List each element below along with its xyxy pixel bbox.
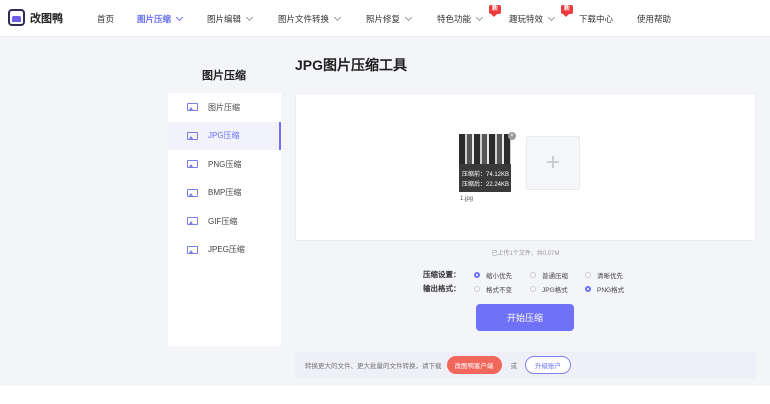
download-promo-bar: 转换更大的文件、更大批量的文件转换，请下载 改图鸭客户端 或 升级账户 — [295, 352, 756, 378]
option-label: 缩小优先 — [486, 273, 512, 280]
sidebar-item-label: 图片压缩 — [208, 102, 240, 112]
format-option-unchanged[interactable]: 格式不变 — [474, 284, 512, 294]
chevron-down-icon — [475, 13, 484, 22]
chevron-down-icon — [175, 13, 184, 22]
image-icon — [187, 217, 198, 226]
nav-label: 特色功能 — [437, 14, 472, 24]
chevron-down-icon — [245, 13, 254, 22]
upload-status: 已上传1个文件，共0.07M — [491, 251, 560, 257]
image-icon — [187, 245, 198, 254]
option-label: 清晰优先 — [597, 273, 623, 280]
nav-item-features[interactable]: 特色功能 — [437, 13, 484, 25]
chevron-down-icon — [547, 13, 556, 22]
client-download-button[interactable]: 改图鸭客户端 — [446, 356, 502, 374]
radio-unselected[interactable] — [530, 272, 536, 278]
option-label: JPG格式 — [542, 287, 568, 294]
radio-unselected[interactable] — [585, 272, 591, 278]
promo-text: 转换更大的文件、更大批量的文件转换，请下载 — [305, 363, 442, 370]
nav-item-file-convert[interactable]: 图片文件转换 — [278, 13, 342, 25]
chevron-down-icon — [404, 13, 413, 22]
radio-unselected[interactable] — [474, 286, 480, 292]
sidebar-item-bmp-compress[interactable]: BMP压缩 — [168, 179, 281, 208]
nav-item-home[interactable]: 首页 — [97, 13, 114, 25]
nav-label: 首页 — [97, 14, 115, 24]
nav-label: 图片压缩 — [137, 14, 172, 24]
size-after: 压缩后：22.24KB — [462, 182, 510, 188]
nav-label: 图片文件转换 — [278, 14, 330, 24]
logo[interactable]: 改图鸭 — [8, 9, 63, 26]
compress-option-normal[interactable]: 普通压缩 — [530, 270, 568, 280]
nav-item-help[interactable]: 使用帮助 — [637, 13, 671, 25]
plus-icon: + — [545, 149, 560, 176]
chevron-down-icon — [333, 13, 342, 22]
sidebar-item-gif-compress[interactable]: GIF压缩 — [168, 207, 281, 236]
logo-icon — [8, 9, 25, 26]
option-label: 普通压缩 — [542, 273, 568, 280]
footer — [0, 386, 770, 404]
image-icon — [187, 103, 198, 112]
radio-unselected[interactable] — [530, 286, 536, 292]
format-option-png[interactable]: PNG格式 — [585, 284, 624, 294]
nav-label: 照片修复 — [366, 14, 401, 24]
add-file-button[interactable]: + — [526, 136, 580, 190]
sidebar-item-image-compress[interactable]: 图片压缩 — [168, 93, 281, 122]
sidebar-item-label: PNG压缩 — [208, 159, 242, 169]
image-icon — [187, 160, 198, 169]
compress-option-clarity[interactable]: 清晰优先 — [585, 270, 623, 280]
thumbnail-image — [459, 134, 511, 164]
upload-area[interactable]: 压缩前：74.12KB 压缩后：22.24KB × 1.jpg + — [295, 93, 756, 241]
button-label: 开始压缩 — [506, 313, 543, 323]
sidebar-item-jpeg-compress[interactable]: JPEG压缩 — [168, 236, 281, 265]
option-label: 格式不变 — [486, 287, 512, 294]
nav-label: 图片编辑 — [207, 14, 242, 24]
compress-setting-label: 压缩设置： — [423, 270, 461, 279]
sidebar-item-label: JPG压缩 — [208, 131, 240, 141]
new-badge: 新 — [489, 5, 502, 17]
sidebar-title: 图片压缩 — [202, 70, 246, 82]
or-text: 或 — [510, 363, 518, 370]
option-label: PNG格式 — [597, 287, 625, 294]
sidebar-item-label: JPEG压缩 — [208, 245, 245, 255]
start-compress-button[interactable]: 开始压缩 — [476, 304, 574, 331]
compress-option-smallest[interactable]: 缩小优先 — [474, 270, 512, 280]
radio-selected[interactable] — [474, 272, 480, 278]
nav-item-download-center[interactable]: 下载中心 — [579, 13, 613, 25]
nav-item-fun-effects[interactable]: 趣玩特效 — [509, 13, 556, 25]
image-icon — [187, 131, 198, 140]
logo-text: 改图鸭 — [30, 12, 63, 25]
remove-file-icon[interactable]: × — [508, 132, 516, 140]
sidebar: 图片压缩 JPG压缩 PNG压缩 BMP压缩 GIF压缩 JPEG压缩 — [168, 93, 281, 346]
upgrade-account-button[interactable]: 升级账户 — [525, 356, 571, 374]
file-name: 1.jpg — [460, 196, 474, 202]
image-icon — [187, 188, 198, 197]
nav-item-photo-repair[interactable]: 照片修复 — [366, 13, 413, 25]
output-format-label: 输出格式： — [423, 284, 461, 293]
nav-label: 下载中心 — [579, 14, 614, 24]
radio-selected[interactable] — [585, 286, 591, 292]
sidebar-item-png-compress[interactable]: PNG压缩 — [168, 150, 281, 179]
uploaded-image-thumbnail[interactable]: 压缩前：74.12KB 压缩后：22.24KB — [459, 134, 511, 192]
top-navigation-bar: 改图鸭 首页 图片压缩 图片编辑 图片文件转换 照片修复 特色功能 新 趣玩特效… — [0, 0, 770, 37]
format-option-jpg[interactable]: JPG格式 — [530, 284, 568, 294]
size-before: 压缩前：74.12KB — [462, 172, 510, 178]
sidebar-item-label: BMP压缩 — [208, 188, 242, 198]
nav-item-image-compress[interactable]: 图片压缩 — [137, 13, 184, 25]
nav-label: 使用帮助 — [637, 14, 672, 24]
nav-label: 趣玩特效 — [509, 14, 544, 24]
sidebar-item-jpg-compress[interactable]: JPG压缩 — [168, 121, 281, 150]
nav-item-image-edit[interactable]: 图片编辑 — [207, 13, 254, 25]
new-badge: 新 — [561, 5, 574, 17]
page-title: JPG图片压缩工具 — [295, 57, 408, 73]
sidebar-item-label: GIF压缩 — [208, 216, 238, 226]
